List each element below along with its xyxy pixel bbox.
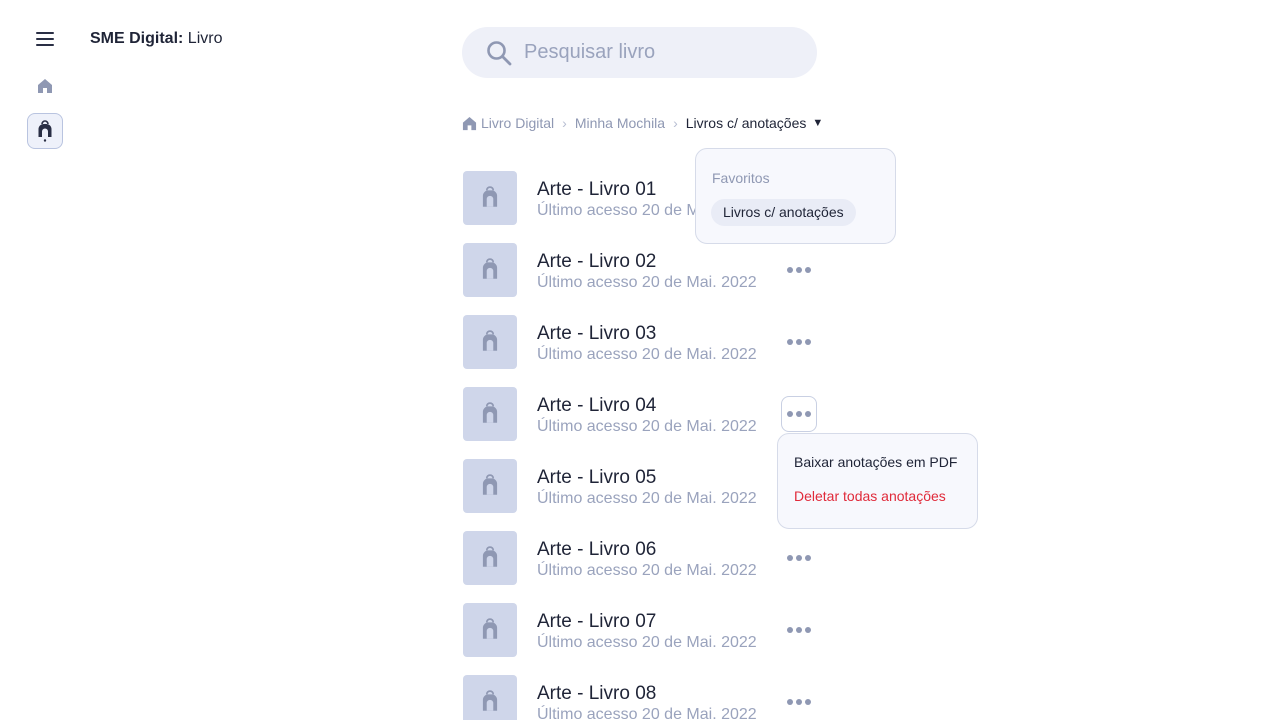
hamburger-line	[36, 44, 54, 46]
hamburger-line	[36, 38, 54, 40]
book-title[interactable]: Arte - Livro 05	[537, 467, 656, 489]
breadcrumb-label: Minha Mochila	[574, 115, 666, 131]
menu-item-favoritos[interactable]: Favoritos	[712, 170, 770, 186]
more-dot	[805, 627, 811, 633]
book-last-access: Último acesso 20 de Mai. 2022	[537, 562, 757, 579]
book-cover[interactable]	[463, 387, 517, 441]
book-title[interactable]: Arte - Livro 04	[537, 395, 656, 417]
breadcrumb-item-livro-digital[interactable]: Livro Digital	[462, 115, 554, 131]
more-options-button[interactable]	[781, 324, 817, 360]
breadcrumb-current-dropdown[interactable]: Livros c/ anotações ▼	[686, 115, 824, 131]
breadcrumb: Livro Digital › Minha Mochila › Livros c…	[462, 113, 823, 133]
backpack-icon	[482, 690, 498, 711]
more-dot	[796, 411, 802, 417]
more-dot	[787, 699, 793, 705]
hamburger-line	[36, 32, 54, 34]
nav-backpack-button[interactable]	[27, 113, 63, 149]
more-dot	[787, 627, 793, 633]
book-last-access: Último acesso 20 de Mai. 2022	[537, 634, 757, 651]
app-title-rest: Livro	[183, 30, 223, 47]
nav-home-button[interactable]	[33, 74, 57, 98]
book-cover[interactable]	[463, 531, 517, 585]
more-dot	[805, 699, 811, 705]
book-title[interactable]: Arte - Livro 03	[537, 323, 656, 345]
breadcrumb-item-minha-mochila[interactable]: Minha Mochila	[575, 115, 665, 131]
more-dot	[796, 699, 802, 705]
app-title: SME Digital: Livro	[90, 30, 222, 48]
menu-button[interactable]	[32, 27, 58, 51]
book-options-menu: Baixar anotações em PDF Deletar todas an…	[777, 433, 978, 529]
book-row[interactable]: Arte - Livro 03 Último acesso 20 de Mai. …	[463, 315, 883, 369]
backpack-icon	[38, 120, 52, 142]
book-title[interactable]: Arte - Livro 07	[537, 611, 656, 633]
search-icon	[487, 40, 512, 65]
book-cover[interactable]	[463, 243, 517, 297]
more-dot	[787, 267, 793, 273]
app-title-bold: SME Digital:	[90, 30, 184, 47]
more-dot	[805, 411, 811, 417]
more-options-button[interactable]	[781, 396, 817, 432]
chevron-right-icon: ›	[562, 115, 567, 131]
breadcrumb-label: Livro Digital	[481, 115, 555, 131]
more-dot	[787, 411, 793, 417]
caret-down-icon: ▼	[812, 117, 824, 129]
book-last-access: Último acesso 20 de Mai. 2022	[537, 346, 757, 363]
book-last-access: Último acesso 20 de Mai. 2022	[537, 418, 757, 435]
backpack-icon	[482, 258, 498, 279]
menu-item-download-pdf[interactable]: Baixar anotações em PDF	[794, 454, 957, 470]
book-row[interactable]: Arte - Livro 06 Último acesso 20 de Mai. …	[463, 531, 883, 585]
book-title[interactable]: Arte - Livro 01	[537, 179, 656, 201]
more-dot	[805, 555, 811, 561]
more-dot	[796, 267, 802, 273]
more-dot	[787, 339, 793, 345]
backpack-icon	[482, 186, 498, 207]
home-icon	[462, 116, 477, 130]
more-options-button[interactable]	[781, 252, 817, 288]
backpack-icon	[482, 618, 498, 639]
home-icon	[38, 79, 52, 93]
more-options-button[interactable]	[781, 612, 817, 648]
book-last-access: Último acesso 20 de Mai. 2022	[537, 490, 757, 507]
book-last-access: Último acesso 20 de Mai. 2022	[537, 274, 757, 291]
filter-dropdown-menu: Favoritos Livros c/ anotações	[695, 148, 896, 244]
book-row[interactable]: Arte - Livro 08 Último acesso 20 de Mai. …	[463, 675, 883, 720]
breadcrumb-current-label: Livros c/ anotações	[685, 115, 807, 131]
menu-item-livros-anotacoes[interactable]: Livros c/ anotações	[711, 199, 856, 226]
search-bar[interactable]	[462, 27, 817, 78]
book-title[interactable]: Arte - Livro 08	[537, 683, 656, 705]
book-cover[interactable]	[463, 459, 517, 513]
book-row[interactable]: Arte - Livro 02 Último acesso 20 de Mai. …	[463, 243, 883, 297]
backpack-icon	[482, 546, 498, 567]
menu-item-delete-annotations[interactable]: Deletar todas anotações	[794, 488, 946, 504]
book-title[interactable]: Arte - Livro 06	[537, 539, 656, 561]
more-options-button[interactable]	[781, 540, 817, 576]
chevron-right-icon: ›	[673, 115, 678, 131]
more-dot	[787, 555, 793, 561]
backpack-icon	[482, 402, 498, 423]
more-dot	[805, 267, 811, 273]
book-last-access: Último acesso 20 de Mai. 2022	[537, 706, 757, 720]
more-dot	[796, 339, 802, 345]
backpack-icon	[482, 330, 498, 351]
more-dot	[805, 339, 811, 345]
more-dot	[796, 555, 802, 561]
book-cover[interactable]	[463, 171, 517, 225]
more-options-button[interactable]	[781, 684, 817, 720]
search-input[interactable]	[524, 41, 794, 64]
book-cover[interactable]	[463, 603, 517, 657]
book-cover[interactable]	[463, 675, 517, 720]
book-row[interactable]: Arte - Livro 07 Último acesso 20 de Mai. …	[463, 603, 883, 657]
backpack-icon	[482, 474, 498, 495]
book-cover[interactable]	[463, 315, 517, 369]
book-title[interactable]: Arte - Livro 02	[537, 251, 656, 273]
more-dot	[796, 627, 802, 633]
